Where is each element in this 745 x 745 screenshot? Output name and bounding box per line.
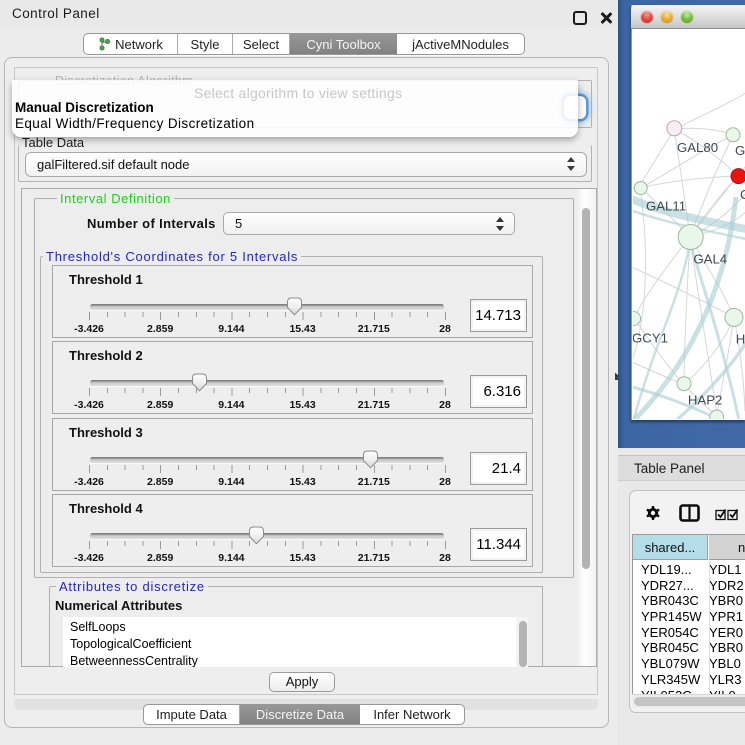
svg-text:GA: GA <box>735 143 745 158</box>
svg-text:GAL80: GAL80 <box>677 140 718 155</box>
svg-text:GAL11: GAL11 <box>646 199 686 214</box>
svg-text:C: C <box>740 187 745 202</box>
svg-text:GAL4: GAL4 <box>693 252 727 267</box>
svg-text:HAP2: HAP2 <box>688 393 722 408</box>
svg-text:H: H <box>736 332 745 347</box>
svg-text:GCY1: GCY1 <box>633 331 668 346</box>
